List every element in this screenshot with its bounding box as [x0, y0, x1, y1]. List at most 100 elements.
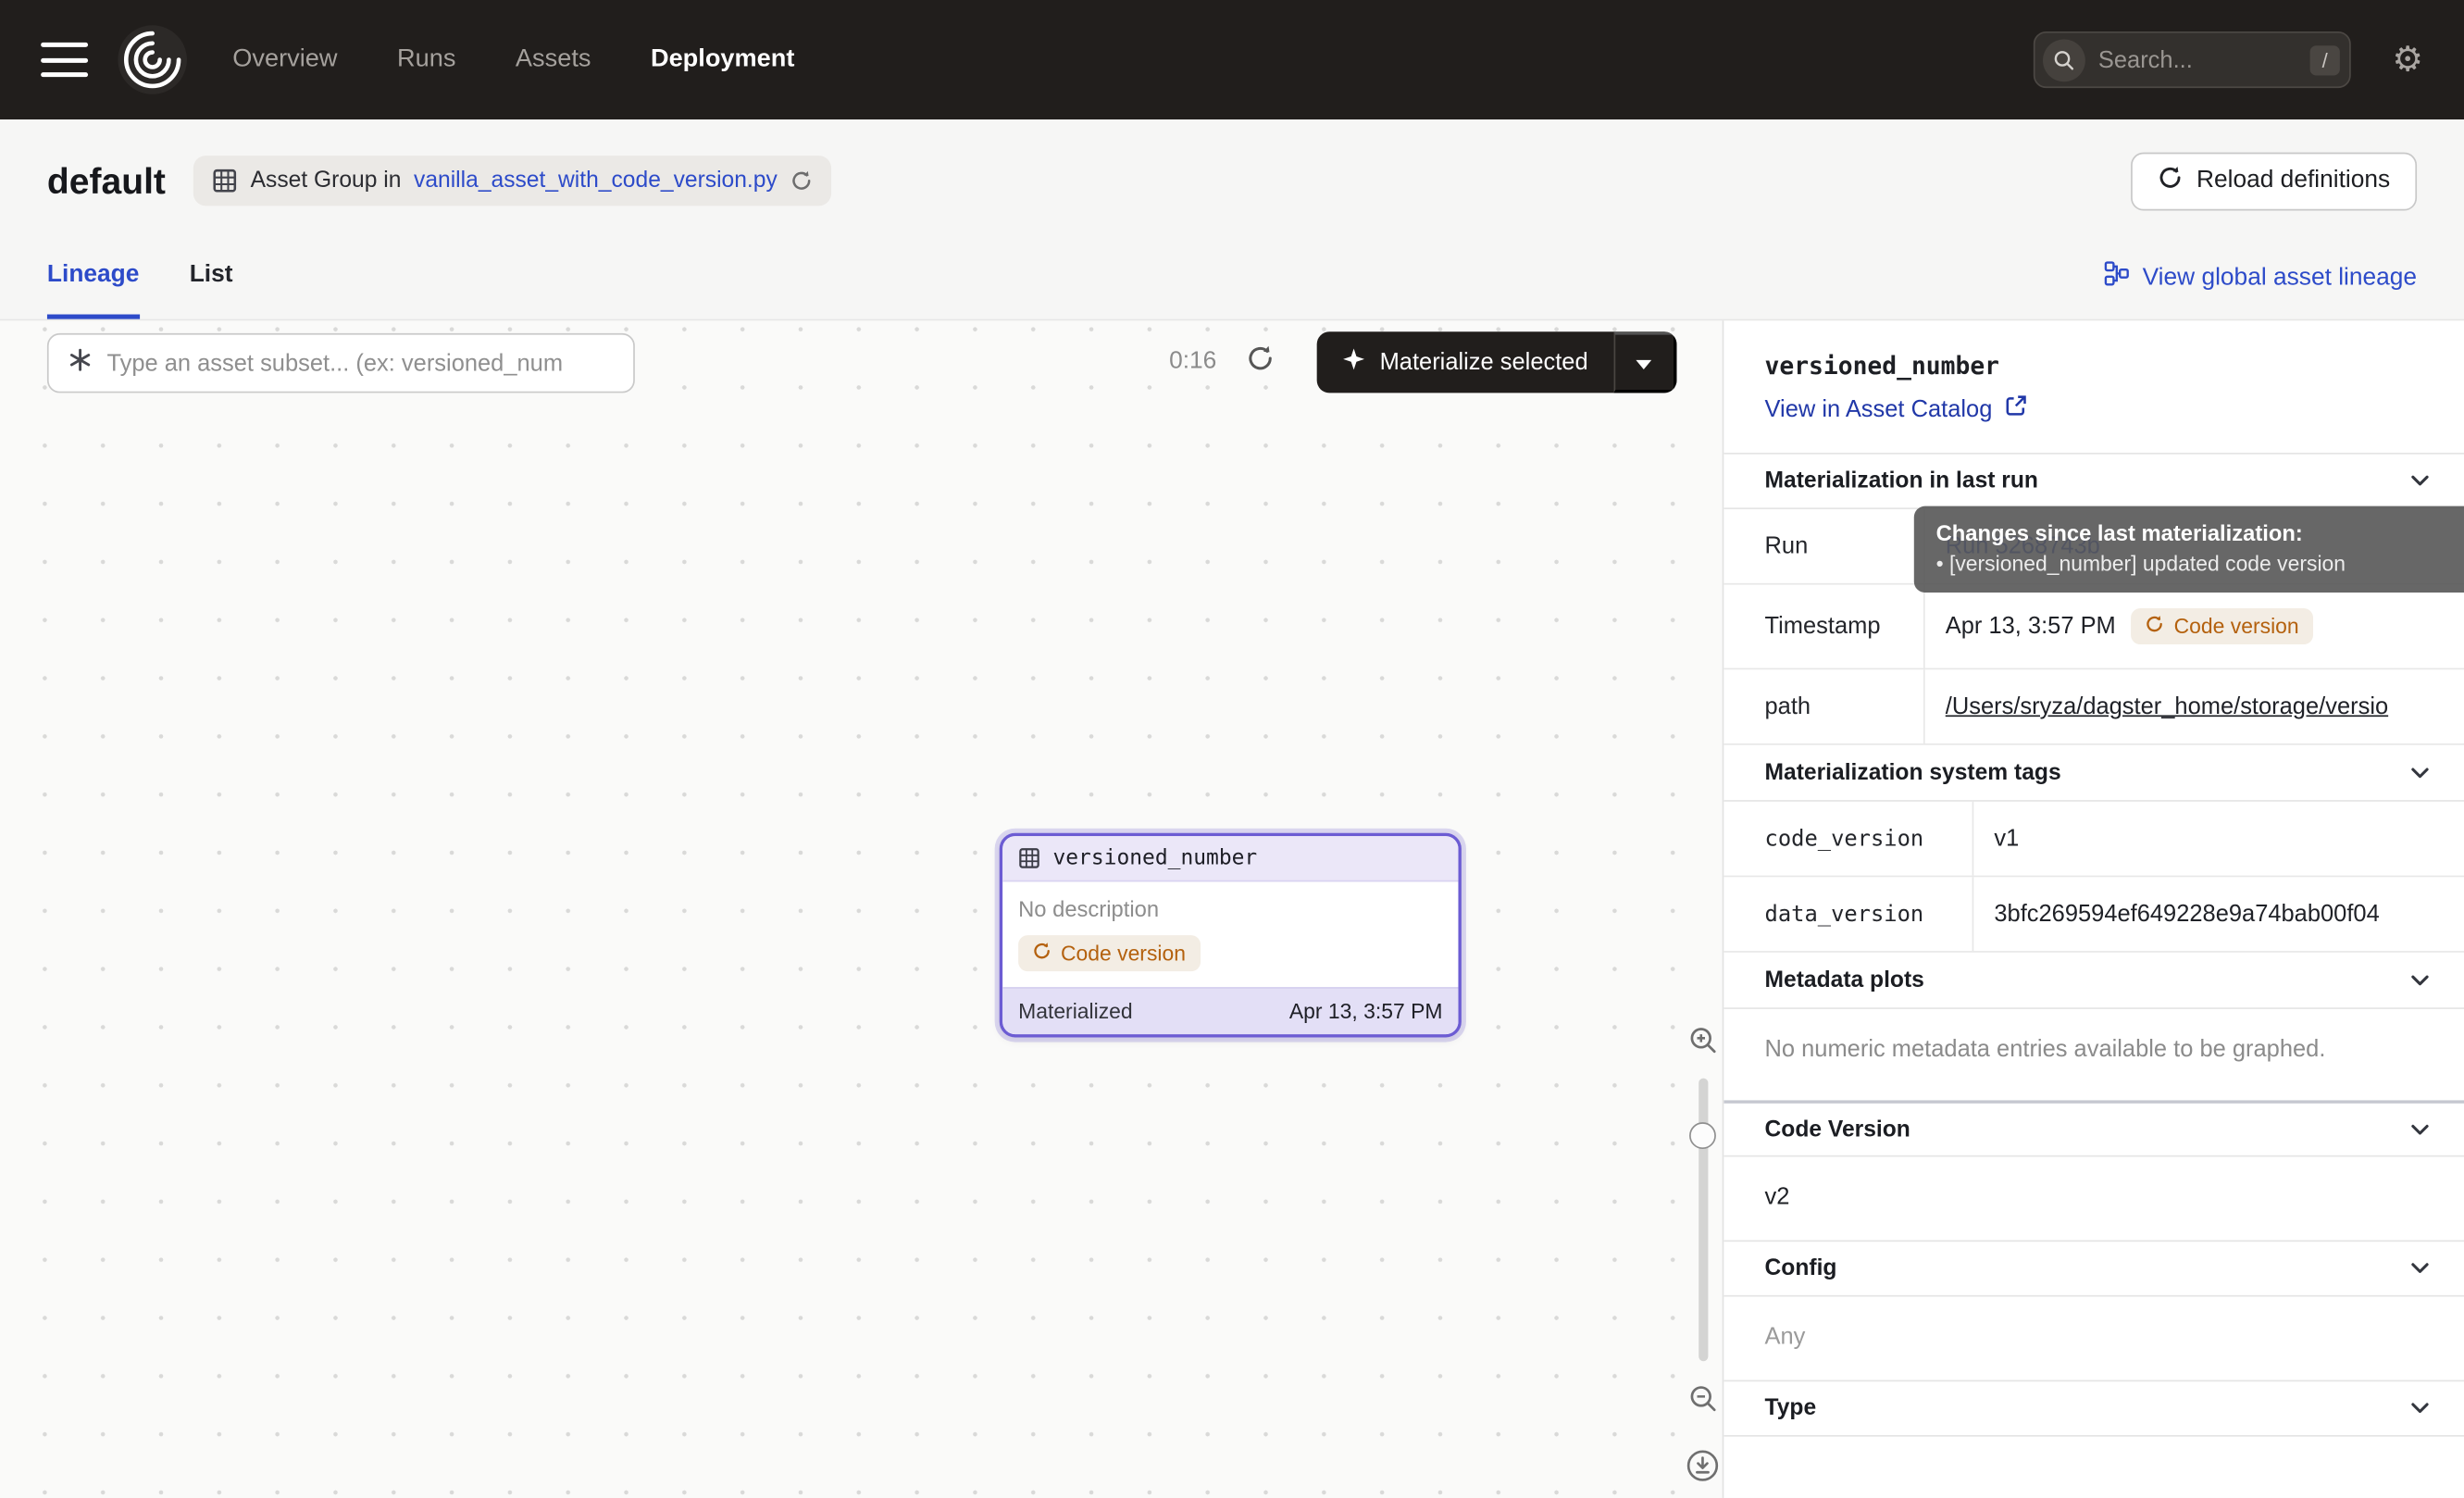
materialized-label: Materialized — [1018, 1000, 1133, 1023]
system-tags-table: code_version v1 data_version 3bfc269594e… — [1724, 802, 2464, 953]
path-row-label: path — [1724, 669, 1924, 743]
config-value: Any — [1724, 1297, 2464, 1380]
table-row: code_version v1 — [1724, 802, 2464, 877]
tab-lineage[interactable]: Lineage — [47, 236, 139, 319]
view-global-asset-lineage-link[interactable]: View global asset lineage — [2105, 236, 2417, 319]
table-row: data_version 3bfc269594ef649228e9a74bab0… — [1724, 877, 2464, 952]
table-row: Timestamp Apr 13, 3:57 PM Code version — [1724, 585, 2464, 670]
code-version-icon — [2146, 615, 2164, 638]
tabs-row: Lineage List View global asset lineage — [0, 236, 2464, 321]
code-version-tag-label: Code version — [2174, 615, 2299, 638]
caret-down-icon — [1636, 351, 1651, 374]
asset-node-footer: Materialized Apr 13, 3:57 PM — [1002, 987, 1458, 1034]
asset-details-panel: versioned_number View in Asset Catalog M… — [1724, 320, 2464, 1498]
view-in-asset-catalog-label: View in Asset Catalog — [1765, 395, 1993, 422]
asset-node-body: No description Code version — [1002, 881, 1458, 987]
external-link-icon — [2005, 394, 2027, 423]
zoom-slider[interactable] — [1699, 1079, 1708, 1362]
materialized-time: Apr 13, 3:57 PM — [1289, 1000, 1443, 1023]
nav-overview[interactable]: Overview — [232, 45, 337, 74]
data-version-value: 3bfc269594ef649228e9a74bab00f04 — [1994, 901, 2379, 928]
materialize-dropdown-button[interactable] — [1613, 331, 1676, 393]
section-materialization-system-tags[interactable]: Materialization system tags — [1724, 745, 2464, 802]
chevron-down-icon — [2410, 1262, 2429, 1275]
app-screen: Overview Runs Assets Deployment / ⚙ defa… — [0, 0, 2464, 1498]
asset-subset-filter[interactable] — [47, 333, 635, 393]
menu-button[interactable] — [41, 43, 88, 77]
code-version-current-value: v2 — [1724, 1157, 2464, 1241]
download-graph-icon[interactable] — [1686, 1449, 1720, 1490]
table-row: path /Users/sryza/dagster_home/storage/v… — [1724, 669, 2464, 744]
asset-group-prefix: Asset Group in — [251, 169, 402, 193]
section-label: Config — [1765, 1255, 1837, 1280]
search-input[interactable] — [2085, 46, 2309, 73]
table-grid-icon — [1018, 847, 1040, 869]
table-grid-icon — [213, 169, 238, 193]
code-version-tag-label: Code version — [1061, 942, 1186, 965]
topbar: Overview Runs Assets Deployment / ⚙ — [0, 0, 2464, 119]
nav-assets[interactable]: Assets — [516, 45, 591, 74]
timer-refresh-icon[interactable] — [1246, 344, 1275, 381]
zoom-out-icon[interactable] — [1687, 1383, 1719, 1422]
view-in-asset-catalog-link[interactable]: View in Asset Catalog — [1765, 394, 2423, 423]
asset-group-file-link[interactable]: vanilla_asset_with_code_version.py — [414, 169, 778, 193]
asset-graph-icon — [68, 346, 93, 380]
section-label: Code Version — [1765, 1117, 1910, 1142]
metadata-empty-note: No numeric metadata entries available to… — [1724, 1009, 2464, 1100]
asset-node-description: No description — [1018, 896, 1442, 921]
main-nav: Overview Runs Assets Deployment — [232, 45, 794, 74]
view-global-asset-lineage-label: View global asset lineage — [2143, 263, 2417, 292]
timestamp-value: Apr 13, 3:57 PM — [1946, 613, 2116, 640]
main-area: 0:16 Materialize selected — [0, 320, 2464, 1498]
section-label: Materialization in last run — [1765, 468, 2038, 493]
tooltip-body: • [versioned_number] updated code versio… — [1936, 552, 2443, 575]
section-type[interactable]: Type — [1724, 1380, 2464, 1437]
chevron-down-icon — [2410, 767, 2429, 780]
chevron-down-icon — [2410, 1402, 2429, 1415]
timestamp-row-label: Timestamp — [1724, 585, 1924, 668]
code-version-icon — [1032, 942, 1051, 965]
lineage-canvas[interactable]: 0:16 Materialize selected — [0, 320, 1724, 1498]
data-version-row-label: data_version — [1724, 877, 1973, 951]
settings-gear-icon[interactable]: ⚙ — [2392, 43, 2423, 77]
asset-node-versioned-number[interactable]: versioned_number No description Code ver… — [1000, 833, 1462, 1038]
search-icon — [2043, 39, 2085, 81]
page-header: default Asset Group in vanilla_asset_wit… — [0, 119, 2464, 210]
nav-deployment[interactable]: Deployment — [651, 45, 794, 74]
chevron-down-icon — [2410, 1123, 2429, 1136]
changes-tooltip: Changes since last materialization: • [v… — [1914, 506, 2464, 593]
materialize-selected-button[interactable]: Materialize selected — [1317, 331, 1613, 393]
section-label: Materialization system tags — [1765, 760, 2061, 785]
section-metadata-plots[interactable]: Metadata plots — [1724, 953, 2464, 1009]
asset-subset-input[interactable] — [106, 350, 617, 377]
code-version-tag[interactable]: Code version — [2132, 608, 2313, 644]
reload-definitions-label: Reload definitions — [2196, 167, 2390, 195]
asset-group-badge: Asset Group in vanilla_asset_with_code_v… — [193, 156, 830, 206]
section-materialization-last-run[interactable]: Materialization in last run — [1724, 453, 2464, 509]
search-box[interactable]: / — [2034, 31, 2351, 88]
tab-list[interactable]: List — [190, 236, 233, 319]
section-config[interactable]: Config — [1724, 1240, 2464, 1296]
materialize-selected-label: Materialize selected — [1380, 349, 1588, 376]
sparkle-icon — [1342, 347, 1365, 377]
zoom-slider-handle[interactable] — [1689, 1122, 1716, 1149]
chevron-down-icon — [2410, 974, 2429, 987]
section-code-version[interactable]: Code Version — [1724, 1100, 2464, 1156]
code-version-row-label: code_version — [1724, 802, 1973, 876]
page-title: default — [47, 159, 166, 202]
refresh-timer: 0:16 — [1169, 347, 1216, 376]
lineage-graph-icon — [2105, 261, 2130, 294]
refresh-icon[interactable] — [790, 169, 812, 192]
reload-definitions-button[interactable]: Reload definitions — [2131, 152, 2417, 210]
materialize-button-group: Materialize selected — [1317, 331, 1676, 393]
zoom-in-icon[interactable] — [1687, 1025, 1719, 1064]
path-link[interactable]: /Users/sryza/dagster_home/storage/versio — [1946, 693, 2388, 720]
chevron-down-icon — [2410, 475, 2429, 488]
nav-runs[interactable]: Runs — [397, 45, 455, 74]
asset-node-header: versioned_number — [1002, 836, 1458, 881]
section-label: Type — [1765, 1396, 1817, 1421]
code-version-tag[interactable]: Code version — [1018, 935, 1200, 971]
reload-icon — [2158, 164, 2183, 197]
dagster-logo[interactable] — [117, 23, 189, 95]
code-version-value: v1 — [1994, 825, 2019, 852]
